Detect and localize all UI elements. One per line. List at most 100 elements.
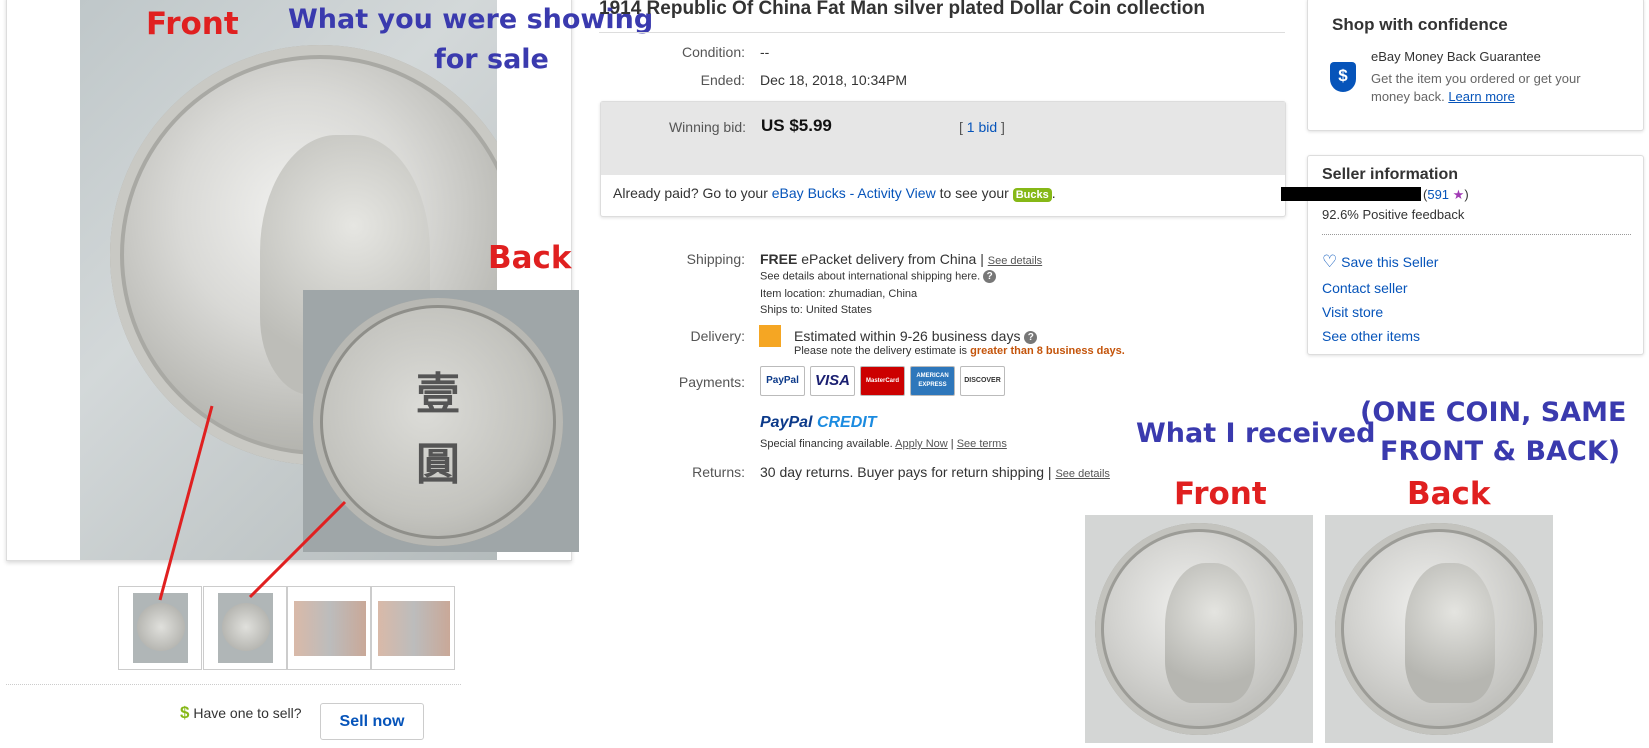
paypal-credit-logo-1: PayPal	[760, 414, 813, 431]
apply-now-link[interactable]: Apply Now	[895, 438, 948, 450]
visit-store-link[interactable]: Visit store	[1322, 304, 1383, 320]
item-title: 1914 Republic Of China Fat Man silver pl…	[599, 0, 1206, 19]
already-paid-suffix: to see your	[939, 185, 1009, 201]
delivery-note: Please note the delivery estimate is gre…	[794, 345, 1125, 357]
mastercard-card: MasterCard	[860, 366, 905, 396]
thumbnail-image	[294, 601, 366, 656]
bid-box: Winning bid: US $5.99 [ 1 bid ] Already …	[600, 101, 1286, 217]
thumbnail-3[interactable]	[287, 586, 371, 670]
paypal-credit-logo-2: CREDIT	[816, 414, 877, 431]
feedback-count-link[interactable]: 591	[1427, 187, 1449, 202]
annotation-showing-line2: for sale	[434, 44, 549, 75]
shipping-free: FREE	[760, 251, 798, 267]
dollar-icon: $	[180, 703, 190, 722]
bid-box-header	[601, 102, 1285, 175]
ended-value: Dec 18, 2018, 10:34PM	[760, 72, 908, 88]
delivery-estimate: Estimated within 9-26 business days ?	[794, 328, 1038, 344]
received-coin-front-photo	[1085, 515, 1313, 743]
annotation-received-front: Front	[1174, 476, 1267, 512]
amex-card: AMERICAN EXPRESS	[910, 366, 955, 396]
shield-icon: $	[1330, 62, 1356, 92]
annotation-back: Back	[488, 240, 572, 276]
seller-feedback-score: (591 ★)	[1423, 187, 1469, 203]
guarantee-text-1: Get the item you ordered or get your	[1371, 71, 1581, 86]
shipping-see-details-link[interactable]: See details	[988, 255, 1042, 267]
thumbnail-coin	[137, 603, 185, 651]
already-paid-prefix: Already paid? Go to your	[613, 185, 768, 201]
financing-sep: |	[950, 438, 954, 450]
bid-count: [ 1 bid ]	[959, 119, 1005, 135]
annotation-received: What I received	[1136, 418, 1376, 449]
save-seller-link[interactable]: ♡ Save this Seller	[1322, 252, 1438, 272]
bid-count-link[interactable]: 1 bid	[967, 119, 997, 135]
delivery-label: Delivery:	[690, 328, 745, 344]
flag-icon	[759, 325, 781, 347]
delivery-estimate-text: Estimated within 9-26 business days	[794, 328, 1021, 344]
coin-character-top: 壹	[416, 369, 460, 420]
heart-icon: ♡	[1322, 252, 1338, 271]
condition-label: Condition:	[681, 44, 745, 60]
main-photo-back: 壹 圓	[303, 290, 579, 552]
see-terms-link[interactable]: See terms	[957, 438, 1007, 450]
thumbnail-coin	[222, 603, 270, 651]
coin-back-image: 壹 圓	[313, 298, 563, 546]
redacted-seller-name	[1281, 187, 1421, 201]
paypal-card: PayPal	[760, 366, 805, 396]
bucks-badge: Bucks	[1012, 188, 1052, 202]
visa-card: VISA	[810, 366, 855, 396]
seller-heading: Seller information	[1322, 166, 1459, 183]
delivery-note-highlight: greater than 8 business days.	[970, 345, 1125, 357]
shop-with-confidence-box: Shop with confidence $ eBay Money Back G…	[1307, 0, 1644, 131]
shipping-row: FREE ePacket delivery from China | See d…	[760, 251, 1042, 267]
help-icon[interactable]: ?	[1024, 330, 1038, 344]
guarantee-text-2: money back.	[1371, 89, 1445, 104]
paypal-credit-logo: PayPal CREDIT	[760, 414, 877, 432]
see-other-items-link[interactable]: See other items	[1322, 328, 1420, 344]
thumbnail-1[interactable]	[118, 586, 202, 670]
thumbnail-4[interactable]	[371, 586, 455, 670]
thumbnail-2[interactable]	[203, 586, 287, 670]
shipping-label: Shipping:	[686, 251, 745, 267]
annotation-front: Front	[146, 6, 239, 42]
returns-row: 30 day returns. Buyer pays for return sh…	[760, 464, 1110, 480]
thumbnail-image	[378, 601, 450, 656]
received-coin-portrait	[1405, 563, 1495, 703]
contact-seller-link[interactable]: Contact seller	[1322, 280, 1408, 296]
item-location: Item location: zhumadian, China	[760, 288, 918, 300]
winning-bid-label: Winning bid:	[668, 119, 746, 135]
save-seller-text: Save this Seller	[1341, 254, 1439, 270]
delivery-note-text: Please note the delivery estimate is	[794, 345, 968, 357]
discover-card: DISCOVER	[960, 366, 1005, 396]
intl-shipping-text: See details about international shipping…	[760, 270, 981, 283]
guarantee-title: eBay Money Back Guarantee	[1371, 49, 1541, 64]
help-icon[interactable]: ?	[983, 270, 997, 283]
returns-see-details-link[interactable]: See details	[1055, 468, 1109, 480]
winning-bid-value: US $5.99	[761, 116, 832, 135]
confidence-heading: Shop with confidence	[1332, 15, 1508, 34]
financing-text: Special financing available.	[760, 438, 893, 450]
positive-feedback: 92.6% Positive feedback	[1322, 207, 1465, 222]
guarantee-text-2-row: money back. Learn more	[1371, 89, 1515, 104]
returns-value: 30 day returns. Buyer pays for return sh…	[760, 464, 1052, 480]
learn-more-link[interactable]: Learn more	[1448, 89, 1514, 104]
received-coin-back	[1335, 523, 1543, 735]
ebay-bucks-link[interactable]: eBay Bucks - Activity View	[772, 185, 936, 201]
payments-label: Payments:	[678, 374, 745, 390]
ended-label: Ended:	[700, 72, 745, 88]
received-coin-front	[1095, 523, 1303, 735]
sell-now-button[interactable]: Sell now	[320, 703, 424, 740]
ships-to: Ships to: United States	[760, 304, 872, 316]
financing-row: Special financing available. Apply Now |…	[760, 438, 1007, 450]
divider	[6, 684, 461, 685]
thumbnail-image	[133, 593, 188, 663]
seller-divider	[1322, 234, 1631, 235]
title-divider	[599, 32, 1285, 33]
annotation-one-coin-line1: (ONE COIN, SAME	[1360, 397, 1627, 428]
received-coin-portrait	[1165, 563, 1255, 703]
sell-prompt: $ Have one to sell?	[180, 703, 302, 723]
star-icon: ★	[1452, 187, 1465, 202]
coin-character-bottom: 圓	[416, 439, 460, 490]
shipping-method: ePacket delivery from China |	[801, 251, 984, 267]
condition-value: --	[760, 44, 770, 60]
received-coin-back-photo	[1325, 515, 1553, 743]
